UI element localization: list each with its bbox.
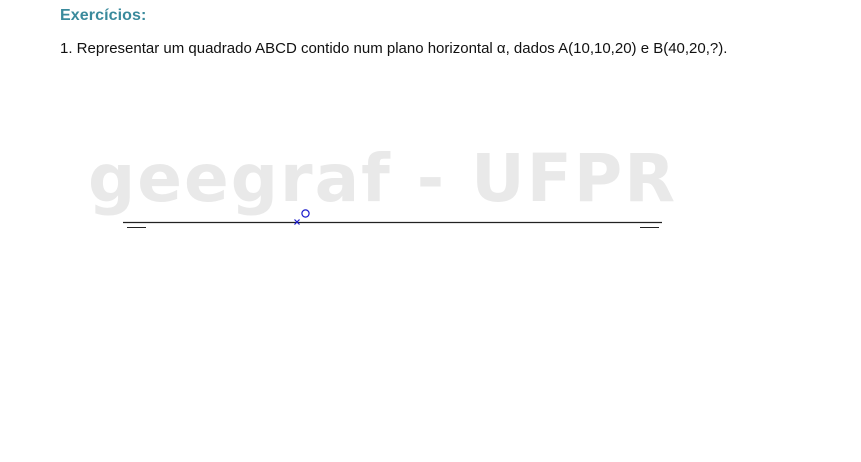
descriptive-geometry-figure [123,209,662,228]
circle-mark [301,209,310,218]
